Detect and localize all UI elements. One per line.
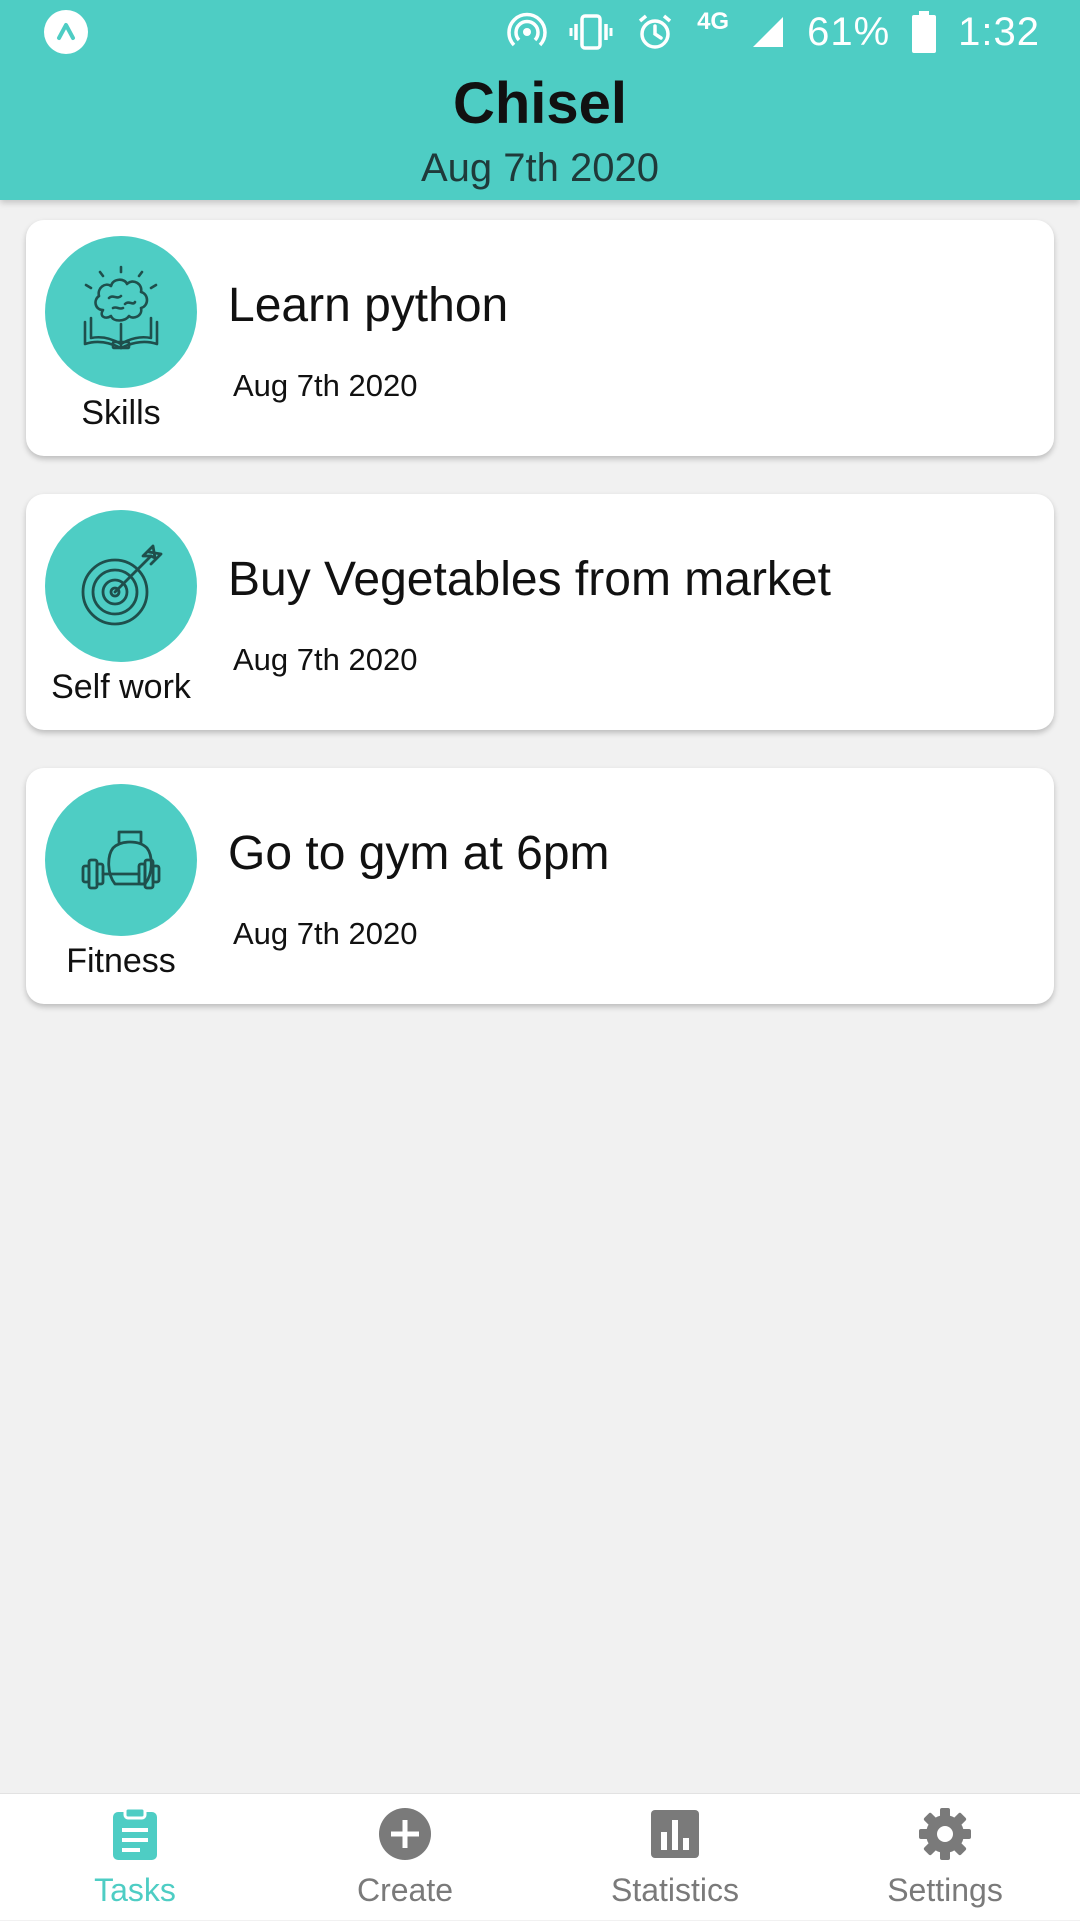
hotspot-icon bbox=[507, 12, 547, 52]
task-date: Aug 7th 2020 bbox=[233, 368, 418, 403]
nav-tab-tasks[interactable]: Tasks bbox=[0, 1794, 270, 1921]
task-card[interactable]: Fitness Go to gym at 6pm Aug 7th 2020 bbox=[26, 768, 1054, 1004]
task-date: Aug 7th 2020 bbox=[233, 916, 418, 951]
category-badge: Self work bbox=[26, 510, 216, 707]
gear-icon bbox=[919, 1808, 971, 1860]
task-title: Learn python bbox=[228, 279, 509, 332]
task-date: Aug 7th 2020 bbox=[233, 642, 418, 677]
header-date: Aug 7th 2020 bbox=[421, 146, 659, 190]
add-circle-icon bbox=[379, 1808, 431, 1860]
nav-tab-statistics[interactable]: Statistics bbox=[540, 1794, 810, 1921]
app-header: 4G 61% 1:32 Chisel Aug 7th 2020 bbox=[0, 0, 1080, 200]
status-icons: 4G 61% 1:32 bbox=[507, 8, 1040, 56]
category-badge: Skills bbox=[26, 236, 216, 433]
clock-time: 1:32 bbox=[958, 9, 1040, 54]
category-label: Skills bbox=[81, 394, 161, 432]
alarm-icon bbox=[635, 12, 675, 52]
category-label: Self work bbox=[51, 668, 191, 706]
task-title: Go to gym at 6pm bbox=[228, 827, 610, 880]
category-badge: Fitness bbox=[26, 784, 216, 981]
status-bar: 4G 61% 1:32 bbox=[0, 0, 1080, 62]
nav-tab-create[interactable]: Create bbox=[270, 1794, 540, 1921]
target-icon bbox=[45, 510, 197, 662]
brain-book-icon bbox=[45, 236, 197, 388]
nav-label: Create bbox=[356, 1872, 454, 1908]
nav-label: Settings bbox=[887, 1872, 1003, 1908]
bar-chart-icon bbox=[651, 1810, 699, 1858]
category-label: Fitness bbox=[66, 942, 176, 980]
dumbbell-kettlebell-icon bbox=[45, 784, 197, 936]
nav-label: Statistics bbox=[610, 1872, 740, 1908]
bottom-navigation: Tasks Create Statistics Settings bbox=[0, 1793, 1080, 1920]
app-logo-icon bbox=[44, 10, 88, 54]
task-list: Skills Learn python Aug 7th 2020 Self wo… bbox=[26, 220, 1054, 1042]
battery-percent: 61% bbox=[807, 9, 891, 54]
nav-label: Tasks bbox=[94, 1872, 176, 1908]
task-title: Buy Vegetables from market bbox=[228, 553, 831, 606]
network-type-label: 4G bbox=[697, 8, 730, 35]
battery-icon bbox=[912, 11, 937, 53]
vibrate-icon bbox=[569, 12, 613, 52]
signal-icon bbox=[751, 15, 785, 49]
task-card[interactable]: Self work Buy Vegetables from market Aug… bbox=[26, 494, 1054, 730]
page-title: Chisel bbox=[452, 71, 628, 136]
task-card[interactable]: Skills Learn python Aug 7th 2020 bbox=[26, 220, 1054, 456]
clipboard-icon bbox=[113, 1806, 157, 1860]
nav-tab-settings[interactable]: Settings bbox=[810, 1794, 1080, 1921]
